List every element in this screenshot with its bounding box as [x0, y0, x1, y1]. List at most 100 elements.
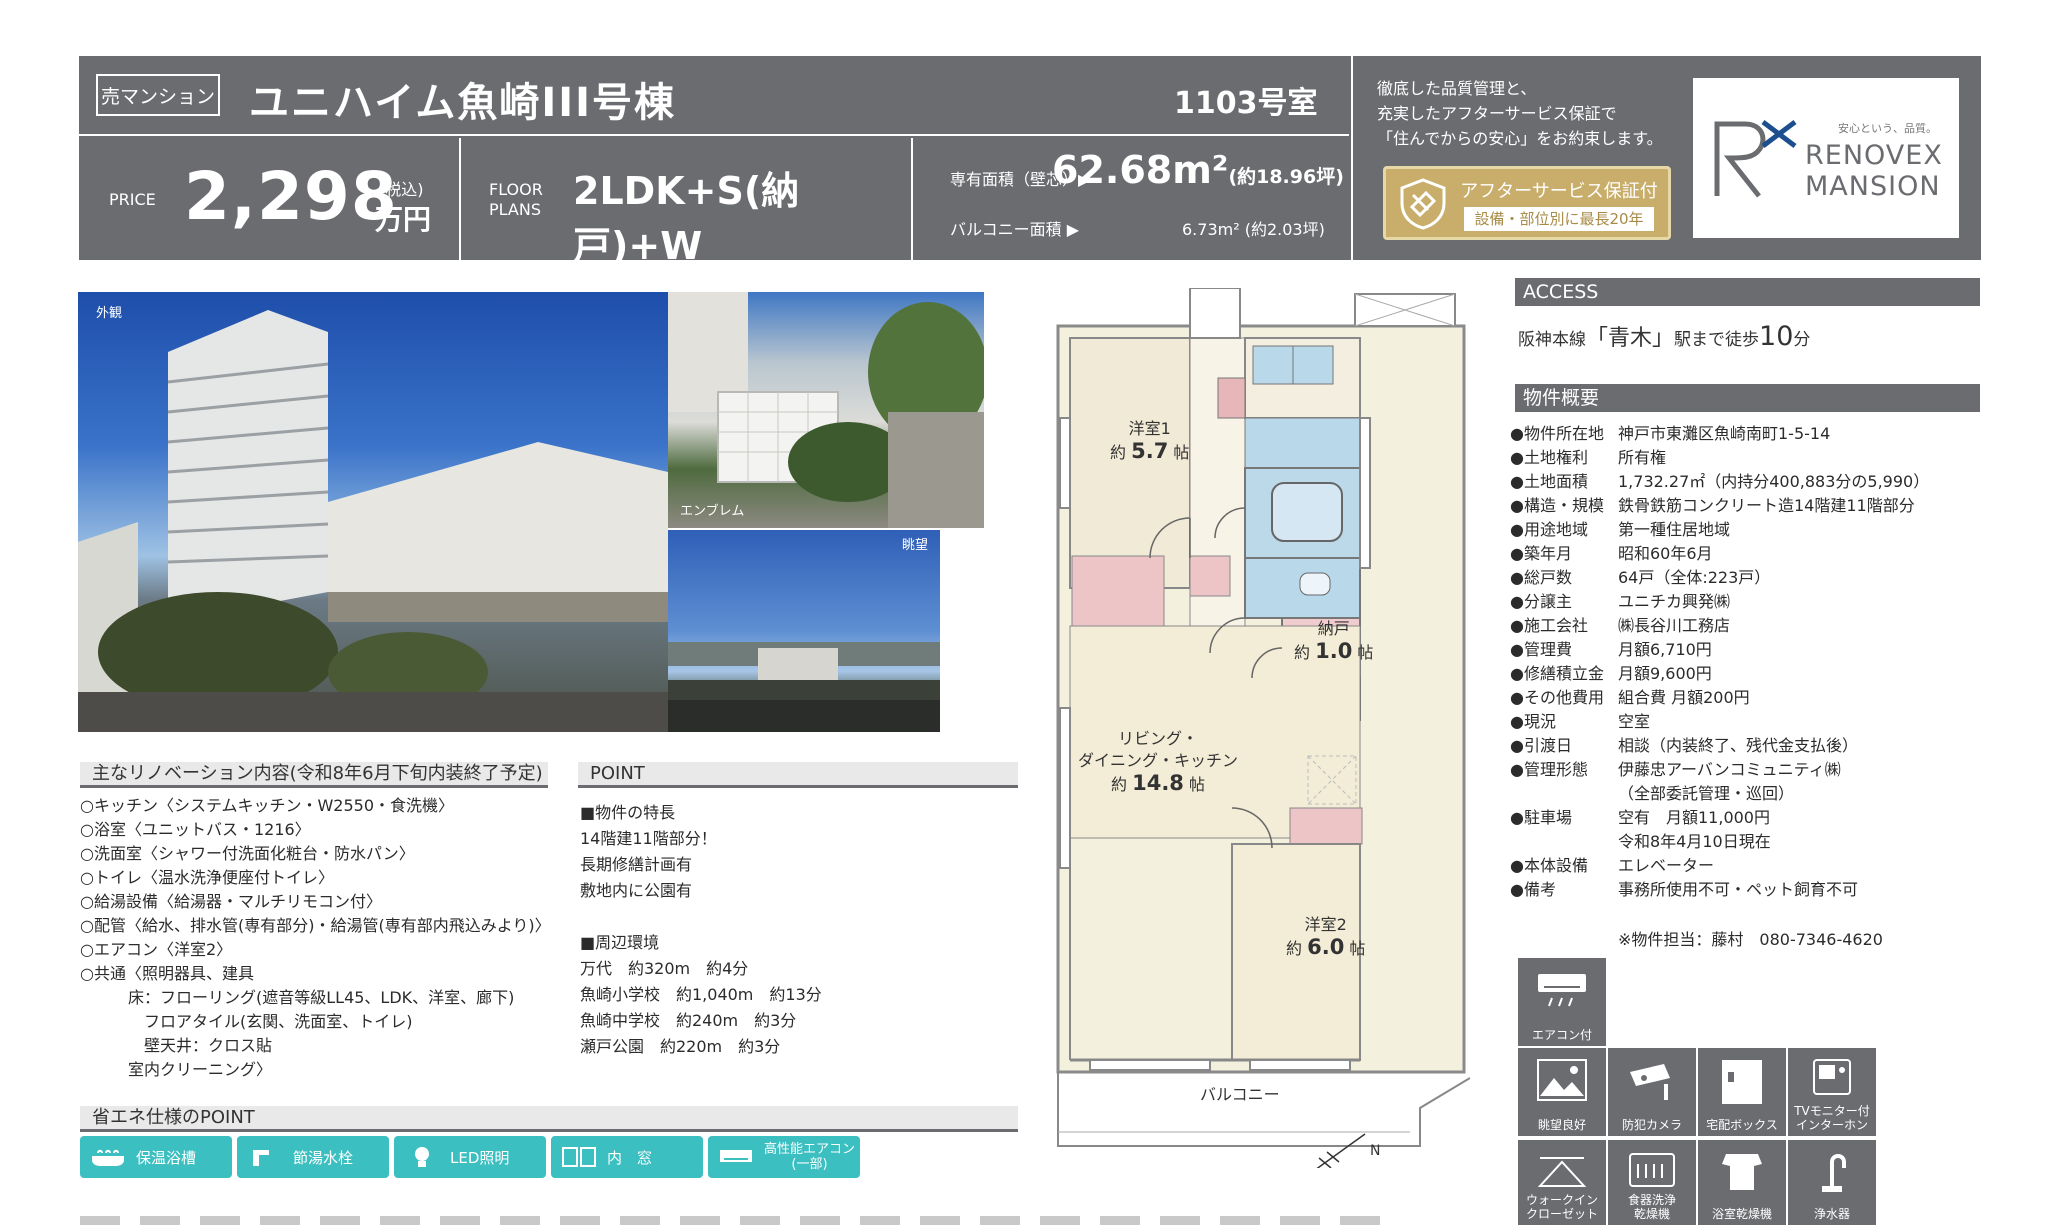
summary-value: 伊藤忠アーバンコミュニティ㈱ — [1618, 760, 1841, 779]
view-label: 眺望 — [901, 538, 928, 553]
storage-label: 納戸 約 1.0 帖 — [1294, 618, 1373, 664]
access-unit: 分 — [1793, 330, 1811, 350]
delivery-box-icon — [1722, 1060, 1762, 1104]
aircon-icon — [720, 1150, 752, 1162]
eco-label: 保温浴槽 — [136, 1148, 197, 1167]
intercom-icon — [1813, 1059, 1851, 1095]
tile-delivery: 宅配ボックス — [1698, 1048, 1786, 1136]
tile-camera: 防犯カメラ — [1608, 1048, 1696, 1136]
summary-value: 事務所使用不可・ペット飼育不可 — [1618, 880, 1859, 899]
area-value: 62.68m²(約18.96坪) — [1052, 148, 1344, 192]
eco-label: LED照明 — [450, 1148, 510, 1167]
summary-value: 鉄骨鉄筋コンクリート造14階建11階部分 — [1618, 496, 1915, 515]
room2-jo: 6.0 — [1307, 935, 1345, 959]
room1-label: 洋室1 約 5.7 帖 — [1110, 418, 1189, 464]
eco-aircon-label: 高性能エアコン (一部) — [764, 1142, 855, 1172]
summary-key: ●管理費 — [1510, 640, 1572, 659]
price-label: PRICE — [109, 190, 156, 209]
tile-label-2: 乾燥機 — [1633, 1207, 1670, 1221]
summary-value: ㈱長谷川工務店 — [1618, 616, 1731, 635]
renovation-item: 室内クリーニング〉 — [80, 1060, 273, 1079]
summary-key: ●備考 — [1510, 880, 1556, 899]
room2-unit: 帖 — [1349, 939, 1366, 958]
summary-value: 組合費 月額200円 — [1618, 688, 1750, 707]
ldk-unit: 帖 — [1189, 775, 1206, 794]
summary-key: ●現況 — [1510, 712, 1556, 731]
ldk-name-1: リビング・ — [1118, 729, 1199, 748]
building-illustration — [78, 310, 668, 732]
shield-icon — [1400, 178, 1446, 230]
message-line-2: 充実したアフターサービス保証で — [1377, 104, 1617, 123]
renovation-item: ○トイレ〈温水洗浄便座付トイレ〉 — [80, 868, 334, 887]
summary-key: ●施工会社 — [1510, 616, 1588, 635]
tile-bath-dryer: 浴室乾燥機 — [1698, 1140, 1786, 1225]
summary-value: 1,732.27㎡（内持分400,883分の5,990） — [1618, 472, 1930, 491]
floor-plan-cell: FLOOR PLANS 2LDK+S(納戸)+W — [463, 138, 913, 268]
room1-jo: 5.7 — [1131, 439, 1169, 463]
message-line-3: 「住んでからの安心」をお約束します。 — [1377, 129, 1663, 148]
summary-key: ●駐車場 — [1510, 808, 1572, 827]
bulb-icon — [415, 1147, 429, 1167]
summary-value: （全部委託管理・巡回） — [1618, 784, 1795, 803]
price-value: 2,298 — [184, 158, 398, 235]
tile-label: 食器洗浄 乾燥機 — [1608, 1193, 1696, 1221]
tile-closet: ウォークイン クローゼット — [1518, 1140, 1606, 1225]
eco-badge-led: LED照明 — [394, 1136, 546, 1178]
tile-label: エアコン付 — [1531, 1028, 1592, 1042]
tile-label: TVモニター付 インターホン — [1788, 1104, 1876, 1132]
price-cell: PRICE 2,298 (税込) 万円 — [79, 138, 461, 260]
summary-key: ●修繕積立金 — [1510, 664, 1604, 683]
message-line-1: 徹底した品質管理と、 — [1377, 79, 1537, 98]
eco-label: 高性能エアコン — [764, 1142, 856, 1157]
logo-text-1: RENOVEX — [1805, 140, 1943, 171]
emblem-illustration — [668, 292, 984, 528]
area-cell: 専有面積（壁芯）▶ 62.68m²(約18.96坪) バルコニー面積 ▶ 6.7… — [915, 138, 1349, 260]
rx-logo-mark — [1714, 120, 1797, 198]
summary-key: ●用途地域 — [1510, 520, 1588, 539]
tile-label-1: TVモニター付 — [1794, 1104, 1870, 1118]
view-icon — [1537, 1059, 1587, 1101]
tile-intercom: TVモニター付 インターホン — [1788, 1048, 1876, 1136]
summary-title: 物件概要 — [1515, 384, 1980, 412]
summary-key: ●構造・規模 — [1510, 496, 1604, 515]
balcony-label: バルコニー — [1200, 1085, 1280, 1104]
logo-tagline: 安心という、品質。 — [1838, 122, 1937, 135]
summary-value: 64戸（全体:223戸） — [1618, 568, 1771, 587]
point-item: 魚崎小学校 約1,040m 約13分 — [580, 985, 822, 1004]
renovation-item: フロアタイル(玄関、洗面室、トイレ) — [80, 1012, 413, 1031]
tile-dishwasher: 食器洗浄 乾燥機 — [1608, 1140, 1696, 1225]
summary-key: ●引渡日 — [1510, 736, 1572, 755]
plan-label-1: FLOOR — [489, 180, 543, 199]
summary-value: 空室 — [1618, 712, 1651, 731]
warranty-subtitle: 設備・部位別に最長20年 — [1464, 207, 1654, 231]
aircon-icon — [1538, 974, 1586, 1007]
bathtub-icon — [92, 1149, 124, 1166]
storage-size: 約 1.0 帖 — [1294, 640, 1373, 664]
tile-water-filter: 浄水器 — [1788, 1140, 1876, 1225]
access-minutes: 10 — [1759, 321, 1794, 352]
room2-size: 約 6.0 帖 — [1286, 936, 1365, 960]
renovex-logo: 安心という、品質。 RENOVEX MANSION — [1693, 78, 1959, 238]
tile-label-1: ウォークイン — [1525, 1193, 1598, 1207]
renovation-title: 主なリノベーション内容(令和8年6月下旬内装終了予定) — [80, 762, 548, 788]
point-item: 敷地内に公園有 — [580, 881, 693, 900]
area-value-m2: 62.68m² — [1052, 148, 1229, 192]
room2-label: 洋室2 約 6.0 帖 — [1286, 914, 1365, 960]
type-badge: 売マンション — [96, 74, 220, 116]
access-info: 阪神本線「青木」駅まで徒歩10分 — [1518, 320, 1810, 352]
point-title: POINT — [578, 762, 1018, 788]
summary-value: 第一種住居地域 — [1618, 520, 1731, 539]
summary-key: ●土地権利 — [1510, 448, 1588, 467]
summary-value: 昭和60年6月 — [1618, 544, 1713, 563]
eco-badge-window: 内 窓 — [551, 1136, 703, 1178]
tile-label-2: クローゼット — [1525, 1207, 1598, 1221]
room2-name: 洋室2 — [1304, 915, 1347, 934]
header-right: 徹底した品質管理と、 充実したアフターサービス保証で 「住んでからの安心」をお約… — [1351, 56, 1981, 260]
point-item: ■物件の特長 — [580, 803, 676, 822]
tile-label: 浄水器 — [1813, 1207, 1850, 1221]
summary-value: 相談（内装終了、残代金支払後） — [1618, 736, 1859, 755]
price-unit: 万円 — [375, 203, 432, 236]
summary-value: 月額9,600円 — [1618, 664, 1712, 683]
renovation-item: 床：フローリング(遮音等級LL45、LDK、洋室、廊下) — [80, 988, 515, 1007]
warranty-title: アフターサービス保証付 — [1460, 181, 1658, 202]
